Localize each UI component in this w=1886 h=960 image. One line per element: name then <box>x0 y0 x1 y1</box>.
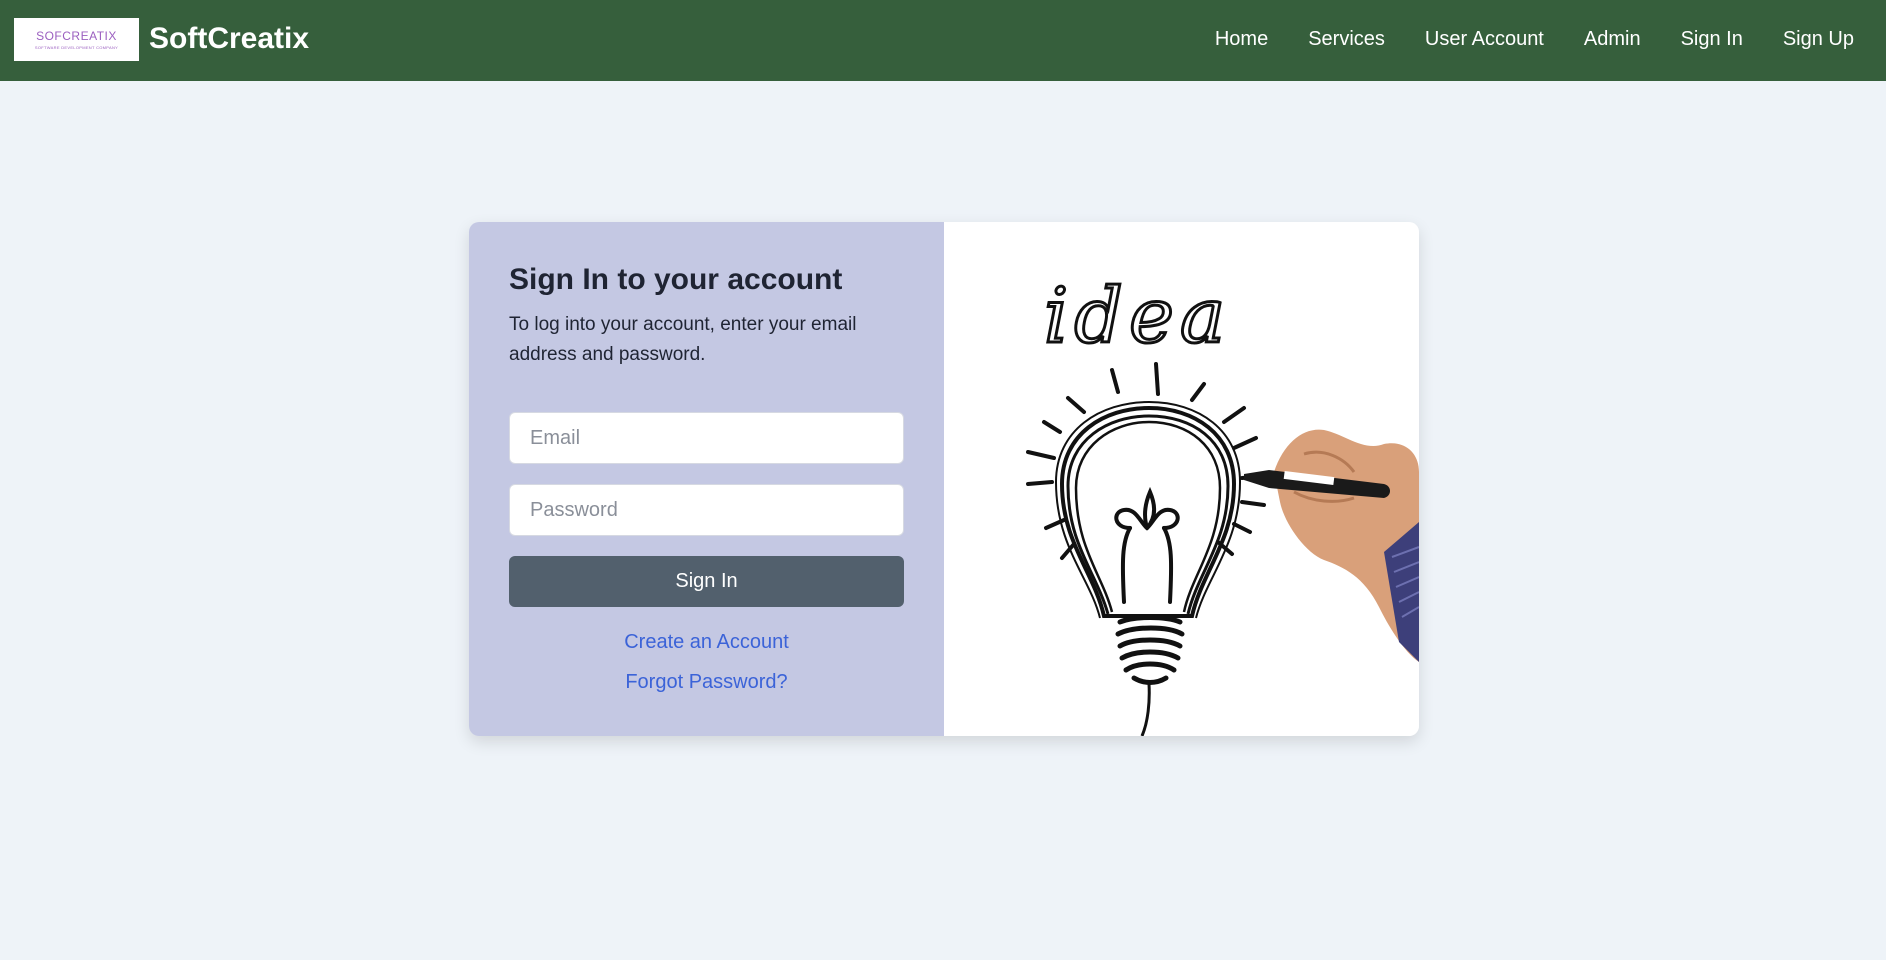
illustration-panel: idea <box>944 222 1419 736</box>
hand-with-marker <box>1244 429 1419 662</box>
nav-admin[interactable]: Admin <box>1584 27 1641 51</box>
create-account-link[interactable]: Create an Account <box>509 630 904 654</box>
top-navbar: SOFCREATIX SOFTWARE DEVELOPMENT COMPANY … <box>0 0 1886 81</box>
main-nav: Home Services User Account Admin Sign In… <box>1175 27 1854 51</box>
signin-title: Sign In to your account <box>509 263 843 296</box>
lightbulb-drawing-icon: idea <box>1026 270 1419 736</box>
nav-services[interactable]: Services <box>1308 27 1385 51</box>
email-input[interactable] <box>509 412 904 464</box>
filament <box>1114 486 1180 604</box>
nav-sign-in[interactable]: Sign In <box>1681 27 1743 51</box>
bulb-base <box>1115 615 1185 685</box>
forgot-password-link[interactable]: Forgot Password? <box>509 670 904 694</box>
logo[interactable]: SOFCREATIX SOFTWARE DEVELOPMENT COMPANY <box>14 18 139 61</box>
password-input[interactable] <box>509 484 904 536</box>
nav-user-account[interactable]: User Account <box>1425 27 1544 51</box>
bulb-cord <box>1140 683 1151 736</box>
logo-wordmark: SOFCREATIX <box>36 30 117 42</box>
logo-text: SOFCREATIX <box>36 28 117 43</box>
nav-home[interactable]: Home <box>1215 27 1268 51</box>
bulb-outline <box>1054 400 1242 619</box>
signin-description: To log into your account, enter your ema… <box>509 314 857 365</box>
nav-sign-up[interactable]: Sign Up <box>1783 27 1854 51</box>
sign-in-button[interactable]: Sign In <box>509 556 904 607</box>
signin-card: Sign In to your account To log into your… <box>469 222 1419 736</box>
idea-handwriting: idea <box>1044 271 1231 360</box>
logo-subtext: SOFTWARE DEVELOPMENT COMPANY <box>34 44 119 50</box>
signin-form-panel: Sign In to your account To log into your… <box>469 222 944 736</box>
brand-name[interactable]: SoftCreatix <box>149 22 309 56</box>
